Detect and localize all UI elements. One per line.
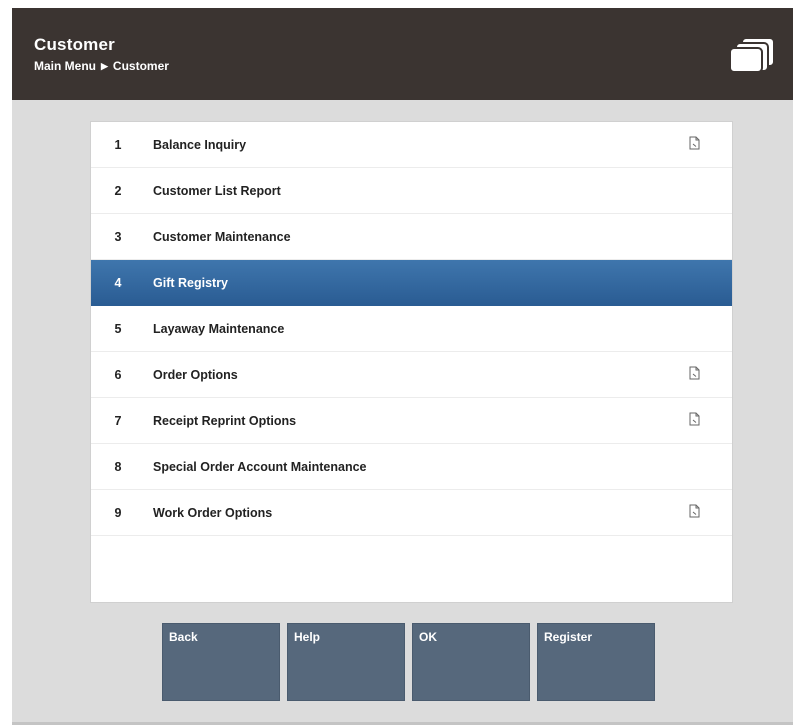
breadcrumb-separator-icon: ▶ (101, 61, 108, 71)
menu-item-number: 5 (114, 321, 122, 336)
menu-item-label: Customer List Report (153, 183, 281, 198)
menu-item[interactable]: 5 Layaway Maintenance (91, 306, 732, 352)
menu-item-label: Customer Maintenance (153, 229, 291, 244)
breadcrumb: Main Menu ▶ Customer (34, 59, 169, 73)
menu-item-label: Gift Registry (153, 275, 229, 290)
menu-item-label: Balance Inquiry (153, 137, 247, 152)
page-title: Customer (34, 35, 115, 54)
menu-item-number: 9 (114, 505, 122, 520)
menu-item-label: Special Order Account Maintenance (153, 459, 367, 474)
menu-item-number: 1 (114, 137, 122, 152)
document-icon (689, 504, 700, 518)
menu-item-label: Layaway Maintenance (153, 321, 285, 336)
document-icon (689, 412, 700, 426)
back-button[interactable]: Back (162, 623, 280, 701)
menu-item-number: 3 (114, 229, 122, 244)
document-icon (689, 136, 700, 150)
ok-button[interactable]: OK (412, 623, 530, 701)
menu-item-label: Receipt Reprint Options (153, 413, 297, 428)
register-button-label: Register (544, 630, 593, 644)
menu-item-number: 8 (114, 459, 122, 474)
menu-item[interactable]: 2 Customer List Report (91, 168, 732, 214)
menu-item-label: Work Order Options (153, 505, 273, 520)
breadcrumb-main-menu[interactable]: Main Menu (34, 59, 96, 73)
window-stack-icon[interactable] (728, 36, 776, 74)
header-bar: Customer Main Menu ▶ Customer (12, 8, 793, 100)
menu-list: 1 Balance Inquiry 2 Customer List Report 3 Cu… (90, 121, 733, 603)
menu-item[interactable]: 8 Special Order Account Maintenance (91, 444, 732, 490)
document-icon (689, 366, 700, 380)
menu-item[interactable]: 7 Receipt Reprint Options (91, 398, 732, 444)
help-button-label: Help (294, 630, 321, 644)
menu-item-number: 7 (114, 413, 122, 428)
back-button-label: Back (169, 630, 198, 644)
help-button[interactable]: Help (287, 623, 405, 701)
menu-item-number: 6 (114, 367, 122, 382)
app-frame: Customer Main Menu ▶ Customer 1 Balance Inq… (12, 8, 793, 725)
breadcrumb-customer: Customer (112, 59, 169, 73)
menu-item[interactable]: 4 Gift Registry (91, 260, 732, 306)
menu-item[interactable]: 6 Order Options (91, 352, 732, 398)
menu-item[interactable]: 1 Balance Inquiry (91, 122, 732, 168)
register-button[interactable]: Register (537, 623, 655, 701)
menu-item-number: 4 (114, 275, 122, 290)
menu-item[interactable]: 3 Customer Maintenance (91, 214, 732, 260)
ok-button-label: OK (419, 630, 437, 644)
menu-item[interactable]: 9 Work Order Options (91, 490, 732, 536)
menu-item-number: 2 (114, 183, 122, 198)
menu-item-label: Order Options (153, 367, 238, 382)
